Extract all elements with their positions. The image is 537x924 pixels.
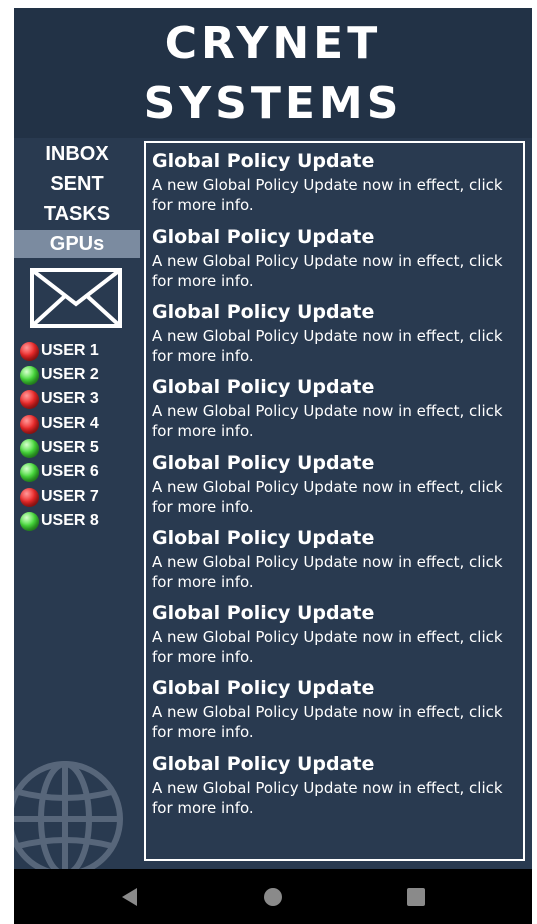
message-item[interactable]: Global Policy Update A new Global Policy… xyxy=(152,149,522,215)
status-red-icon xyxy=(20,341,39,361)
nav-gpus[interactable]: GPUs xyxy=(14,230,140,258)
message-item[interactable]: Global Policy Update A new Global Policy… xyxy=(152,676,522,742)
user-item-4[interactable]: USER 4 xyxy=(20,412,99,436)
brand-line-1: CRYNET xyxy=(164,18,382,69)
user-label: USER 5 xyxy=(41,439,99,456)
message-item[interactable]: Global Policy Update A new Global Policy… xyxy=(152,526,522,592)
message-body: A new Global Policy Update now in effect… xyxy=(152,252,503,290)
status-green-icon xyxy=(20,438,39,458)
nav-inbox[interactable]: INBOX xyxy=(14,140,140,168)
message-body: A new Global Policy Update now in effect… xyxy=(152,327,503,365)
brand-line-2: SYSTEMS xyxy=(143,78,403,129)
recents-square-icon xyxy=(407,887,425,906)
message-title: Global Policy Update xyxy=(152,150,375,172)
back-button[interactable] xyxy=(102,869,158,924)
user-item-7[interactable]: USER 7 xyxy=(20,485,99,509)
message-body: A new Global Policy Update now in effect… xyxy=(152,402,503,440)
user-item-8[interactable]: USER 8 xyxy=(20,509,99,533)
message-body: A new Global Policy Update now in effect… xyxy=(152,478,503,516)
app-window: CRYNET SYSTEMS INBOX SENT TASKS GPUs USE… xyxy=(14,8,532,869)
status-red-icon xyxy=(20,389,39,409)
message-item[interactable]: Global Policy Update A new Global Policy… xyxy=(152,300,522,366)
user-label: USER 3 xyxy=(41,390,99,407)
message-title: Global Policy Update xyxy=(152,753,375,775)
nav-tasks[interactable]: TASKS xyxy=(14,200,140,228)
user-item-1[interactable]: USER 1 xyxy=(20,339,99,363)
recents-button[interactable] xyxy=(388,869,444,924)
back-triangle-icon xyxy=(122,887,137,906)
status-red-icon xyxy=(20,414,39,434)
user-label: USER 4 xyxy=(41,415,99,432)
user-label: USER 6 xyxy=(41,463,99,480)
message-body: A new Global Policy Update now in effect… xyxy=(152,779,503,817)
header: CRYNET SYSTEMS xyxy=(14,8,532,138)
user-label: USER 1 xyxy=(41,342,99,359)
status-green-icon xyxy=(20,462,39,482)
user-label: USER 8 xyxy=(41,512,99,529)
message-item[interactable]: Global Policy Update A new Global Policy… xyxy=(152,752,522,818)
home-button[interactable] xyxy=(245,869,301,924)
status-green-icon xyxy=(20,511,39,531)
message-title: Global Policy Update xyxy=(152,527,375,549)
message-body: A new Global Policy Update now in effect… xyxy=(152,176,503,214)
message-body: A new Global Policy Update now in effect… xyxy=(152,703,503,741)
message-body: A new Global Policy Update now in effect… xyxy=(152,553,503,591)
envelope-icon[interactable] xyxy=(30,268,122,328)
message-title: Global Policy Update xyxy=(152,602,375,624)
message-item[interactable]: Global Policy Update A new Global Policy… xyxy=(152,225,522,291)
message-title: Global Policy Update xyxy=(152,677,375,699)
message-title: Global Policy Update xyxy=(152,376,375,398)
message-item[interactable]: Global Policy Update A new Global Policy… xyxy=(152,451,522,517)
message-body: A new Global Policy Update now in effect… xyxy=(152,628,503,666)
status-red-icon xyxy=(20,487,39,507)
message-title: Global Policy Update xyxy=(152,226,375,248)
user-label: USER 7 xyxy=(41,488,99,505)
message-title: Global Policy Update xyxy=(152,452,375,474)
user-item-5[interactable]: USER 5 xyxy=(20,436,99,460)
user-item-3[interactable]: USER 3 xyxy=(20,387,99,411)
message-list[interactable]: Global Policy Update A new Global Policy… xyxy=(144,141,525,861)
system-navigation-bar xyxy=(14,869,532,924)
user-item-6[interactable]: USER 6 xyxy=(20,460,99,484)
message-item[interactable]: Global Policy Update A new Global Policy… xyxy=(152,601,522,667)
message-title: Global Policy Update xyxy=(152,301,375,323)
user-item-2[interactable]: USER 2 xyxy=(20,363,99,387)
home-circle-icon xyxy=(264,887,282,906)
status-green-icon xyxy=(20,365,39,385)
nav-sent[interactable]: SENT xyxy=(14,170,140,198)
globe-icon xyxy=(14,761,123,869)
message-item[interactable]: Global Policy Update A new Global Policy… xyxy=(152,375,522,441)
user-label: USER 2 xyxy=(41,366,99,383)
